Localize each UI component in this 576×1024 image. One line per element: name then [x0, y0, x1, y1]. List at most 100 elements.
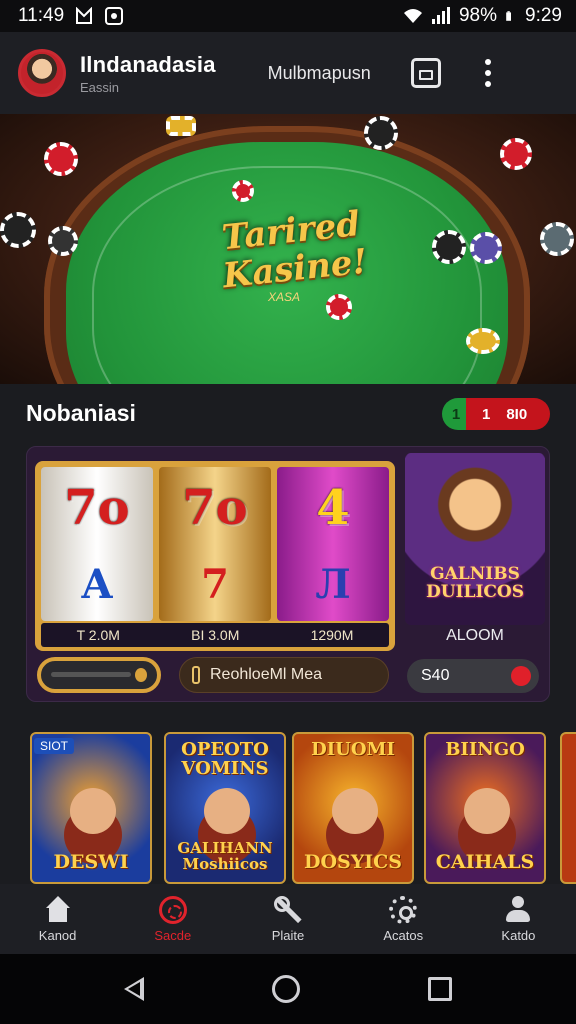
title-block: Ilndanadasia Eassin: [80, 52, 216, 95]
battery-icon: [506, 11, 512, 21]
slot-reel: 7o 7: [159, 467, 271, 621]
character-image: [464, 788, 510, 834]
reel-symbol: A: [81, 561, 113, 609]
reel-symbol: Л: [315, 561, 351, 609]
app-notification-icon: [105, 7, 124, 25]
chip-icon: [432, 230, 466, 264]
redeem-label: ReohloeMl Mea: [210, 666, 323, 683]
nav-item-settings[interactable]: Acatos: [346, 884, 461, 954]
nav-label: Kanod: [38, 927, 77, 943]
section-title: Nobaniasi: [26, 400, 136, 426]
promo-image[interactable]: GALNIBS DUILICOS: [405, 453, 545, 625]
recents-icon[interactable]: [428, 977, 452, 1001]
home-button-icon[interactable]: [272, 975, 300, 1003]
promo-label: ALOOM: [446, 627, 504, 644]
user-icon: [504, 895, 532, 924]
slot-reel: 4 Л: [277, 467, 389, 621]
stat-value: T 2.0M: [76, 627, 120, 643]
chip-icon: [0, 212, 36, 248]
chip-icon: [326, 294, 352, 320]
tile-subtitle: DOSYICS: [303, 851, 403, 873]
notification-icon: [76, 7, 93, 24]
slot-stats: T 2.0M BI 3.0M 1290M: [41, 623, 389, 647]
pill-count: 1: [482, 405, 491, 423]
chip-icon: [232, 180, 254, 202]
promo-value: S40: [421, 667, 450, 684]
signal-icon: [431, 7, 450, 24]
bottom-nav: Kanod Sacde Plaite Acatos Katdo: [0, 884, 576, 954]
chip-icon: [470, 232, 502, 264]
gear-icon: [389, 895, 418, 924]
tile-title: BIINGO: [445, 739, 525, 760]
status-time-left: 11:49: [18, 5, 65, 26]
chip-icon: [364, 116, 398, 150]
character-image: [70, 788, 116, 834]
game-tile-partial[interactable]: [560, 732, 576, 884]
tag-icon: [192, 666, 200, 684]
game-tile[interactable]: OPEOTO VOMINS GALIHANN Moshiicos: [164, 732, 286, 884]
tools-icon: [274, 895, 302, 924]
featured-slot-card[interactable]: 7o A 7o 7 4 Л T 2.0M BI 3.0M 1290M Reohl…: [26, 446, 550, 702]
stat-value: 1290M: [310, 627, 354, 643]
game-tile[interactable]: BIINGO CAIHALS: [424, 732, 546, 884]
reel-symbol: 4: [316, 479, 350, 536]
tile-title: DIUOMI: [311, 739, 395, 760]
nav-item-home[interactable]: Kanod: [0, 884, 115, 954]
pill-text: 8I0: [506, 405, 528, 423]
back-icon[interactable]: [124, 977, 144, 1001]
stat-value: BI 3.0M: [191, 627, 240, 643]
nav-item-casino[interactable]: Sacde: [115, 884, 230, 954]
status-bar: 11:49 98% 9:29: [0, 0, 576, 32]
reel-symbol: 7o: [182, 479, 248, 536]
redeem-button[interactable]: ReohloeMl Mea: [179, 657, 389, 693]
status-time-right: 9:29: [525, 5, 562, 26]
slot-reel: 7o A: [41, 467, 153, 621]
chip-icon: [166, 116, 196, 136]
tile-title: OPEOTO VOMINS: [181, 739, 269, 779]
home-icon: [44, 895, 72, 924]
character-image: [332, 788, 378, 834]
save-icon[interactable]: [410, 58, 441, 88]
nav-label: Acatos: [383, 927, 424, 943]
chip-icon: [500, 138, 532, 170]
slot-reels: 7o A 7o 7 4 Л: [41, 467, 389, 621]
app-subtitle: Eassin: [80, 79, 120, 95]
app-title: Ilndanadasia: [80, 51, 216, 77]
hero-subtitle: XASA: [268, 290, 301, 304]
chip-icon: [48, 226, 78, 256]
nav-item-profile[interactable]: Katdo: [461, 884, 576, 954]
avatar[interactable]: [18, 49, 66, 97]
casino-chip-icon: [158, 895, 187, 924]
pill-badge: 1: [451, 405, 461, 423]
nav-item-tools[interactable]: Plaite: [230, 884, 345, 954]
game-tile[interactable]: SIOT DESWI: [30, 732, 152, 884]
game-tile[interactable]: DIUOMI DOSYICS: [292, 732, 414, 884]
system-nav-bar: [0, 954, 576, 1024]
more-vert-icon[interactable]: [484, 59, 491, 87]
spin-slider[interactable]: [37, 657, 161, 693]
promo-text: GALNIBS DUILICOS: [425, 564, 525, 602]
chip-icon: [44, 142, 78, 176]
tile-title: DESWI: [53, 851, 129, 873]
tile-subtitle: CAIHALS: [435, 851, 535, 873]
battery-percent: 98%: [458, 5, 498, 26]
reel-symbol: 7: [201, 561, 229, 609]
nav-label: Plaite: [271, 927, 305, 943]
reel-symbol: 7o: [64, 479, 130, 536]
wifi-icon: [403, 9, 422, 23]
record-icon[interactable]: [511, 666, 531, 686]
chip-icon: [540, 222, 574, 256]
header-link[interactable]: Mulbmapusn: [268, 63, 371, 84]
tile-subtitle: GALIHANN Moshiicos: [177, 839, 273, 873]
promo-value-field[interactable]: S40: [407, 659, 539, 693]
tile-badge: SIOT: [34, 738, 75, 754]
app-header: Ilndanadasia Eassin Mulbmapusn: [0, 32, 576, 114]
hero-banner[interactable]: Tarired Kasine! XASA: [0, 114, 576, 384]
chip-icon: [466, 328, 500, 354]
character-image: [204, 788, 250, 834]
slot-machine[interactable]: 7o A 7o 7 4 Л T 2.0M BI 3.0M 1290M: [35, 461, 395, 651]
nav-label: Sacde: [154, 927, 192, 943]
balance-pill[interactable]: 1 1 8I0: [442, 398, 550, 430]
game-tiles-row: SIOT DESWI OPEOTO VOMINS GALIHANN Moshii…: [30, 732, 576, 884]
nav-label: Katdo: [501, 927, 536, 943]
